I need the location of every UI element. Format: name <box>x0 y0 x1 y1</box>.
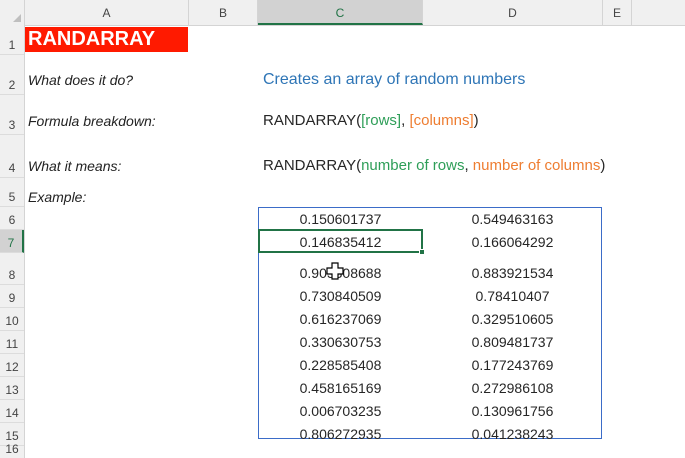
formula-meaning[interactable]: RANDARRAY(number of rows, number of colu… <box>263 157 605 174</box>
row-header-11[interactable]: 11 <box>0 331 24 354</box>
meaning-arg-columns: number of columns <box>472 157 601 174</box>
label-what-it-means[interactable]: What it means: <box>28 158 121 174</box>
row-header-9[interactable]: 9 <box>0 285 24 308</box>
meaning-close: ) <box>600 157 606 174</box>
column-header-a[interactable]: A <box>25 0 189 25</box>
array-cell-c15[interactable]: 0.806272935 <box>258 426 423 442</box>
formula-function: RANDARRAY( <box>263 112 362 129</box>
array-cell-c10[interactable]: 0.616237069 <box>258 311 423 327</box>
formula-close: ) <box>473 112 479 129</box>
select-all-corner[interactable] <box>0 0 25 25</box>
row-header-16[interactable]: 16 <box>0 442 24 458</box>
meaning-function: RANDARRAY( <box>263 157 362 174</box>
array-cell-d13[interactable]: 0.272986108 <box>423 380 602 396</box>
row-header-10[interactable]: 10 <box>0 308 24 331</box>
formula-arg-columns: [columns] <box>409 112 474 129</box>
meaning-arg-rows: number of rows <box>361 157 465 174</box>
column-header-d[interactable]: D <box>423 0 603 25</box>
array-cell-d9[interactable]: 0.78410407 <box>423 288 602 304</box>
formula-syntax[interactable]: RANDARRAY([rows], [columns]) <box>263 112 479 129</box>
row-header-5[interactable]: 5 <box>0 178 24 207</box>
array-cell-d10[interactable]: 0.329510605 <box>423 311 602 327</box>
array-cell-c11[interactable]: 0.330630753 <box>258 334 423 350</box>
array-cell-d6[interactable]: 0.549463163 <box>423 211 602 227</box>
array-cell-d15[interactable]: 0.041238243 <box>423 426 602 442</box>
active-cell-selection[interactable] <box>258 229 423 253</box>
row-header-3[interactable]: 3 <box>0 95 24 135</box>
array-cell-c6[interactable]: 0.150601737 <box>258 211 423 227</box>
array-cell-d14[interactable]: 0.130961756 <box>423 403 602 419</box>
label-formula-breakdown[interactable]: Formula breakdown: <box>28 113 156 129</box>
row-header-12[interactable]: 12 <box>0 354 24 377</box>
row-header-8[interactable]: 8 <box>0 253 24 285</box>
array-cell-c13[interactable]: 0.458165169 <box>258 380 423 396</box>
formula-arg-rows: [rows] <box>361 112 402 129</box>
row-header-2[interactable]: 2 <box>0 55 24 95</box>
array-cell-d7[interactable]: 0.166064292 <box>423 234 602 250</box>
meaning-separator: , <box>464 157 473 174</box>
row-header-14[interactable]: 14 <box>0 400 24 423</box>
column-header-e[interactable]: E <box>603 0 632 25</box>
page-title[interactable]: RANDARRAY <box>25 27 188 52</box>
array-cell-c9[interactable]: 0.730840509 <box>258 288 423 304</box>
array-cell-c14[interactable]: 0.006703235 <box>258 403 423 419</box>
array-cell-d8[interactable]: 0.883921534 <box>423 265 602 281</box>
row-header-4[interactable]: 4 <box>0 135 24 178</box>
row-header-6[interactable]: 6 <box>0 207 24 230</box>
array-cell-d12[interactable]: 0.177243769 <box>423 357 602 373</box>
label-example[interactable]: Example: <box>28 189 86 205</box>
cell-cursor-icon <box>326 262 344 280</box>
description-text[interactable]: Creates an array of random numbers <box>263 71 525 89</box>
column-header-b[interactable]: B <box>189 0 258 25</box>
row-header-1[interactable]: 1 <box>0 25 24 55</box>
array-cell-c12[interactable]: 0.228585408 <box>258 357 423 373</box>
array-cell-d11[interactable]: 0.809481737 <box>423 334 602 350</box>
column-header-c[interactable]: C <box>258 0 423 25</box>
row-header-13[interactable]: 13 <box>0 377 24 400</box>
row-header-7[interactable]: 7 <box>0 230 24 253</box>
label-what-does-it-do[interactable]: What does it do? <box>28 72 133 88</box>
fill-handle[interactable] <box>419 249 425 255</box>
